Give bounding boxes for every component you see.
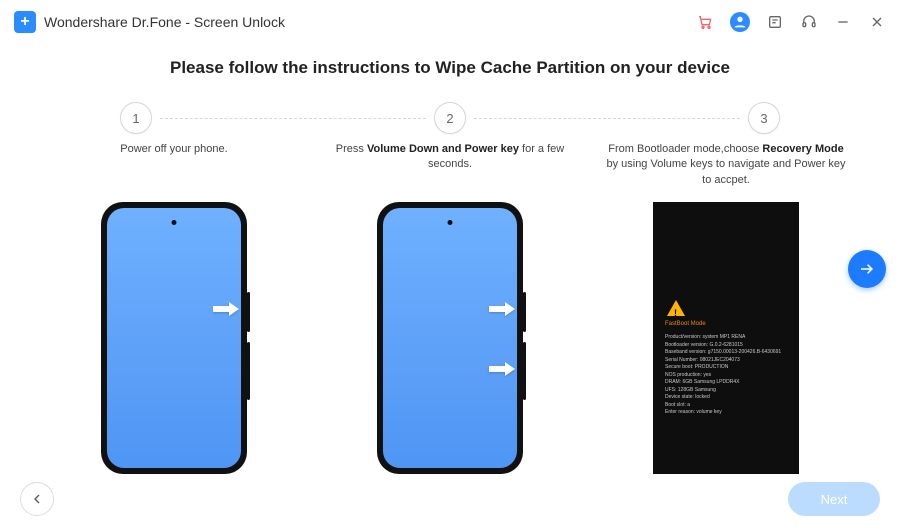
- forward-button[interactable]: [848, 250, 886, 288]
- step-1-caption: Power off your phone.: [36, 142, 312, 188]
- feedback-icon[interactable]: [766, 13, 784, 31]
- next-button[interactable]: Next: [788, 482, 880, 516]
- volume-button: [247, 342, 250, 400]
- phone-screen: [107, 208, 241, 468]
- caption-bold: Volume Down and Power key: [367, 143, 519, 155]
- warning-icon-mark: !: [674, 307, 677, 321]
- phone-screen: [383, 208, 517, 468]
- volume-button: [523, 342, 526, 400]
- arrow-right-icon: [487, 360, 517, 378]
- bootloader-text: Product/version: system MP1 RENA Bootloa…: [665, 334, 789, 417]
- caption-prefix: From Bootloader mode,choose: [608, 143, 762, 155]
- power-button: [247, 292, 250, 332]
- phone-notch: [448, 220, 453, 225]
- illustrations: ! FastBoot Mode Product/version: system …: [0, 202, 900, 474]
- step-3-illustration: ! FastBoot Mode Product/version: system …: [588, 202, 864, 474]
- caption-suffix: by using Volume keys to navigate and Pow…: [606, 158, 845, 185]
- user-icon[interactable]: [730, 12, 750, 32]
- step-connector: [160, 118, 426, 119]
- next-button-label: Next: [821, 492, 848, 507]
- cart-icon[interactable]: [696, 13, 714, 31]
- step-2-illustration: [312, 202, 588, 474]
- bootloader-screen: ! FastBoot Mode Product/version: system …: [653, 202, 799, 474]
- titlebar-actions: [696, 12, 886, 32]
- step-captions: Power off your phone. Press Volume Down …: [0, 142, 900, 188]
- fastboot-label: FastBoot Mode: [665, 320, 706, 329]
- titlebar: + Wondershare Dr.Fone - Screen Unlock: [0, 0, 900, 44]
- app-logo: +: [14, 11, 36, 33]
- step-2-circle: 2: [434, 102, 466, 134]
- phone-mockup: [101, 202, 247, 474]
- caption-text: Power off your phone.: [120, 143, 227, 155]
- back-button[interactable]: [20, 482, 54, 516]
- caption-bold: Recovery Mode: [762, 143, 843, 155]
- support-icon[interactable]: [800, 13, 818, 31]
- step-1-circle: 1: [120, 102, 152, 134]
- minimize-icon[interactable]: [834, 13, 852, 31]
- step-2-caption: Press Volume Down and Power key for a fe…: [312, 142, 588, 188]
- page-title: Please follow the instructions to Wipe C…: [0, 58, 900, 78]
- step-3-circle: 3: [748, 102, 780, 134]
- app-title: Wondershare Dr.Fone - Screen Unlock: [44, 14, 285, 30]
- close-icon[interactable]: [868, 13, 886, 31]
- arrow-right-icon: [211, 300, 241, 318]
- power-button: [523, 292, 526, 332]
- phone-mockup: [377, 202, 523, 474]
- step-1-illustration: [36, 202, 312, 474]
- step-connector: [474, 118, 740, 119]
- phone-notch: [172, 220, 177, 225]
- arrow-right-icon: [487, 300, 517, 318]
- step-3-caption: From Bootloader mode,choose Recovery Mod…: [588, 142, 864, 188]
- stepper: 1 2 3: [0, 102, 900, 134]
- caption-prefix: Press: [336, 143, 367, 155]
